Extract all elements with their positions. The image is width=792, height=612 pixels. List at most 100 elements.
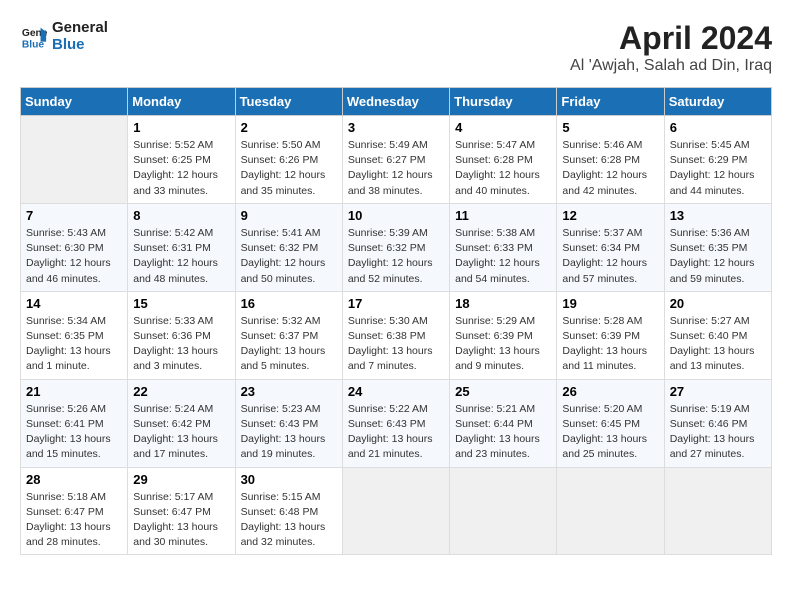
calendar-cell: 11Sunrise: 5:38 AMSunset: 6:33 PMDayligh…: [450, 203, 557, 291]
day-number: 30: [241, 472, 337, 487]
day-number: 23: [241, 384, 337, 399]
day-number: 29: [133, 472, 229, 487]
day-info: Sunrise: 5:39 AMSunset: 6:32 PMDaylight:…: [348, 226, 444, 287]
calendar-table: SundayMondayTuesdayWednesdayThursdayFrid…: [20, 87, 772, 555]
day-info: Sunrise: 5:21 AMSunset: 6:44 PMDaylight:…: [455, 402, 551, 463]
day-number: 8: [133, 208, 229, 223]
weekday-header-monday: Monday: [128, 88, 235, 116]
day-number: 16: [241, 296, 337, 311]
logo-icon: General Blue: [20, 23, 48, 51]
week-row-2: 7 Sunrise: 5:43 AMSunset: 6:30 PMDaylight…: [21, 203, 772, 291]
calendar-cell: 8 Sunrise: 5:42 AMSunset: 6:31 PMDaylight…: [128, 203, 235, 291]
day-number: 27: [670, 384, 766, 399]
day-info: Sunrise: 5:26 AMSunset: 6:41 PMDaylight:…: [26, 402, 122, 463]
day-number: 18: [455, 296, 551, 311]
logo: General Blue General Blue: [20, 20, 108, 53]
day-info: Sunrise: 5:28 AMSunset: 6:39 PMDaylight:…: [562, 314, 658, 375]
day-info: Sunrise: 5:30 AMSunset: 6:38 PMDaylight:…: [348, 314, 444, 375]
day-number: 15: [133, 296, 229, 311]
calendar-cell: 23 Sunrise: 5:23 AMSunset: 6:43 PMDayligh…: [235, 379, 342, 467]
weekday-header-tuesday: Tuesday: [235, 88, 342, 116]
calendar-cell: 29 Sunrise: 5:17 AMSunset: 6:47 PMDayligh…: [128, 467, 235, 555]
day-info: Sunrise: 5:52 AMSunset: 6:25 PMDaylight:…: [133, 138, 229, 199]
weekday-header-wednesday: Wednesday: [342, 88, 449, 116]
day-info: Sunrise: 5:43 AMSunset: 6:30 PMDaylight:…: [26, 226, 122, 287]
calendar-cell: 9 Sunrise: 5:41 AMSunset: 6:32 PMDaylight…: [235, 203, 342, 291]
calendar-body: 1Sunrise: 5:52 AMSunset: 6:25 PMDaylight…: [21, 116, 772, 555]
day-info: Sunrise: 5:33 AMSunset: 6:36 PMDaylight:…: [133, 314, 229, 375]
week-row-5: 28 Sunrise: 5:18 AMSunset: 6:47 PMDayligh…: [21, 467, 772, 555]
calendar-cell: 3 Sunrise: 5:49 AMSunset: 6:27 PMDaylight…: [342, 116, 449, 204]
day-info: Sunrise: 5:41 AMSunset: 6:32 PMDaylight:…: [241, 226, 337, 287]
week-row-3: 14 Sunrise: 5:34 AMSunset: 6:35 PMDayligh…: [21, 291, 772, 379]
day-info: Sunrise: 5:45 AMSunset: 6:29 PMDaylight:…: [670, 138, 766, 199]
calendar-cell: 27 Sunrise: 5:19 AMSunset: 6:46 PMDayligh…: [664, 379, 771, 467]
day-info: Sunrise: 5:46 AMSunset: 6:28 PMDaylight:…: [562, 138, 658, 199]
week-row-4: 21 Sunrise: 5:26 AMSunset: 6:41 PMDayligh…: [21, 379, 772, 467]
day-info: Sunrise: 5:18 AMSunset: 6:47 PMDaylight:…: [26, 490, 122, 551]
day-number: 7: [26, 208, 122, 223]
day-number: 19: [562, 296, 658, 311]
day-info: Sunrise: 5:50 AMSunset: 6:26 PMDaylight:…: [241, 138, 337, 199]
header: General Blue General Blue April 2024 Al …: [20, 20, 772, 75]
day-number: 3: [348, 120, 444, 135]
title-area: April 2024 Al 'Awjah, Salah ad Din, Iraq: [570, 20, 772, 75]
calendar-cell: 16 Sunrise: 5:32 AMSunset: 6:37 PMDayligh…: [235, 291, 342, 379]
day-number: 4: [455, 120, 551, 135]
day-number: 28: [26, 472, 122, 487]
calendar-cell: [342, 467, 449, 555]
day-number: 5: [562, 120, 658, 135]
day-info: Sunrise: 5:29 AMSunset: 6:39 PMDaylight:…: [455, 314, 551, 375]
day-info: Sunrise: 5:32 AMSunset: 6:37 PMDaylight:…: [241, 314, 337, 375]
day-number: 6: [670, 120, 766, 135]
calendar-cell: 12Sunrise: 5:37 AMSunset: 6:34 PMDayligh…: [557, 203, 664, 291]
calendar-cell: 30Sunrise: 5:15 AMSunset: 6:48 PMDayligh…: [235, 467, 342, 555]
day-info: Sunrise: 5:22 AMSunset: 6:43 PMDaylight:…: [348, 402, 444, 463]
day-number: 14: [26, 296, 122, 311]
day-info: Sunrise: 5:49 AMSunset: 6:27 PMDaylight:…: [348, 138, 444, 199]
calendar-cell: 5 Sunrise: 5:46 AMSunset: 6:28 PMDaylight…: [557, 116, 664, 204]
day-number: 20: [670, 296, 766, 311]
calendar-cell: 24 Sunrise: 5:22 AMSunset: 6:43 PMDayligh…: [342, 379, 449, 467]
month-title: April 2024: [570, 20, 772, 57]
day-info: Sunrise: 5:47 AMSunset: 6:28 PMDaylight:…: [455, 138, 551, 199]
day-number: 25: [455, 384, 551, 399]
calendar-cell: 21 Sunrise: 5:26 AMSunset: 6:41 PMDayligh…: [21, 379, 128, 467]
day-info: Sunrise: 5:37 AMSunset: 6:34 PMDaylight:…: [562, 226, 658, 287]
day-number: 17: [348, 296, 444, 311]
calendar-cell: 6 Sunrise: 5:45 AMSunset: 6:29 PMDaylight…: [664, 116, 771, 204]
day-number: 24: [348, 384, 444, 399]
day-info: Sunrise: 5:38 AMSunset: 6:33 PMDaylight:…: [455, 226, 551, 287]
logo-text-line1: General: [52, 20, 108, 37]
day-number: 9: [241, 208, 337, 223]
week-row-1: 1Sunrise: 5:52 AMSunset: 6:25 PMDaylight…: [21, 116, 772, 204]
calendar-cell: 17 Sunrise: 5:30 AMSunset: 6:38 PMDayligh…: [342, 291, 449, 379]
calendar-cell: 19 Sunrise: 5:28 AMSunset: 6:39 PMDayligh…: [557, 291, 664, 379]
day-info: Sunrise: 5:20 AMSunset: 6:45 PMDaylight:…: [562, 402, 658, 463]
calendar-cell: [664, 467, 771, 555]
day-number: 22: [133, 384, 229, 399]
calendar-cell: 13Sunrise: 5:36 AMSunset: 6:35 PMDayligh…: [664, 203, 771, 291]
day-info: Sunrise: 5:36 AMSunset: 6:35 PMDaylight:…: [670, 226, 766, 287]
day-info: Sunrise: 5:34 AMSunset: 6:35 PMDaylight:…: [26, 314, 122, 375]
day-info: Sunrise: 5:17 AMSunset: 6:47 PMDaylight:…: [133, 490, 229, 551]
weekday-row: SundayMondayTuesdayWednesdayThursdayFrid…: [21, 88, 772, 116]
calendar-cell: [557, 467, 664, 555]
calendar-cell: 10 Sunrise: 5:39 AMSunset: 6:32 PMDayligh…: [342, 203, 449, 291]
calendar-cell: 28 Sunrise: 5:18 AMSunset: 6:47 PMDayligh…: [21, 467, 128, 555]
day-info: Sunrise: 5:42 AMSunset: 6:31 PMDaylight:…: [133, 226, 229, 287]
weekday-header-thursday: Thursday: [450, 88, 557, 116]
calendar-cell: [450, 467, 557, 555]
day-number: 10: [348, 208, 444, 223]
day-info: Sunrise: 5:19 AMSunset: 6:46 PMDaylight:…: [670, 402, 766, 463]
weekday-header-friday: Friday: [557, 88, 664, 116]
calendar-cell: 15 Sunrise: 5:33 AMSunset: 6:36 PMDayligh…: [128, 291, 235, 379]
calendar-cell: 7 Sunrise: 5:43 AMSunset: 6:30 PMDaylight…: [21, 203, 128, 291]
day-number: 21: [26, 384, 122, 399]
weekday-header-sunday: Sunday: [21, 88, 128, 116]
day-info: Sunrise: 5:24 AMSunset: 6:42 PMDaylight:…: [133, 402, 229, 463]
location-title: Al 'Awjah, Salah ad Din, Iraq: [570, 57, 772, 75]
day-info: Sunrise: 5:23 AMSunset: 6:43 PMDaylight:…: [241, 402, 337, 463]
weekday-header-saturday: Saturday: [664, 88, 771, 116]
logo-text-line2: Blue: [52, 37, 108, 54]
